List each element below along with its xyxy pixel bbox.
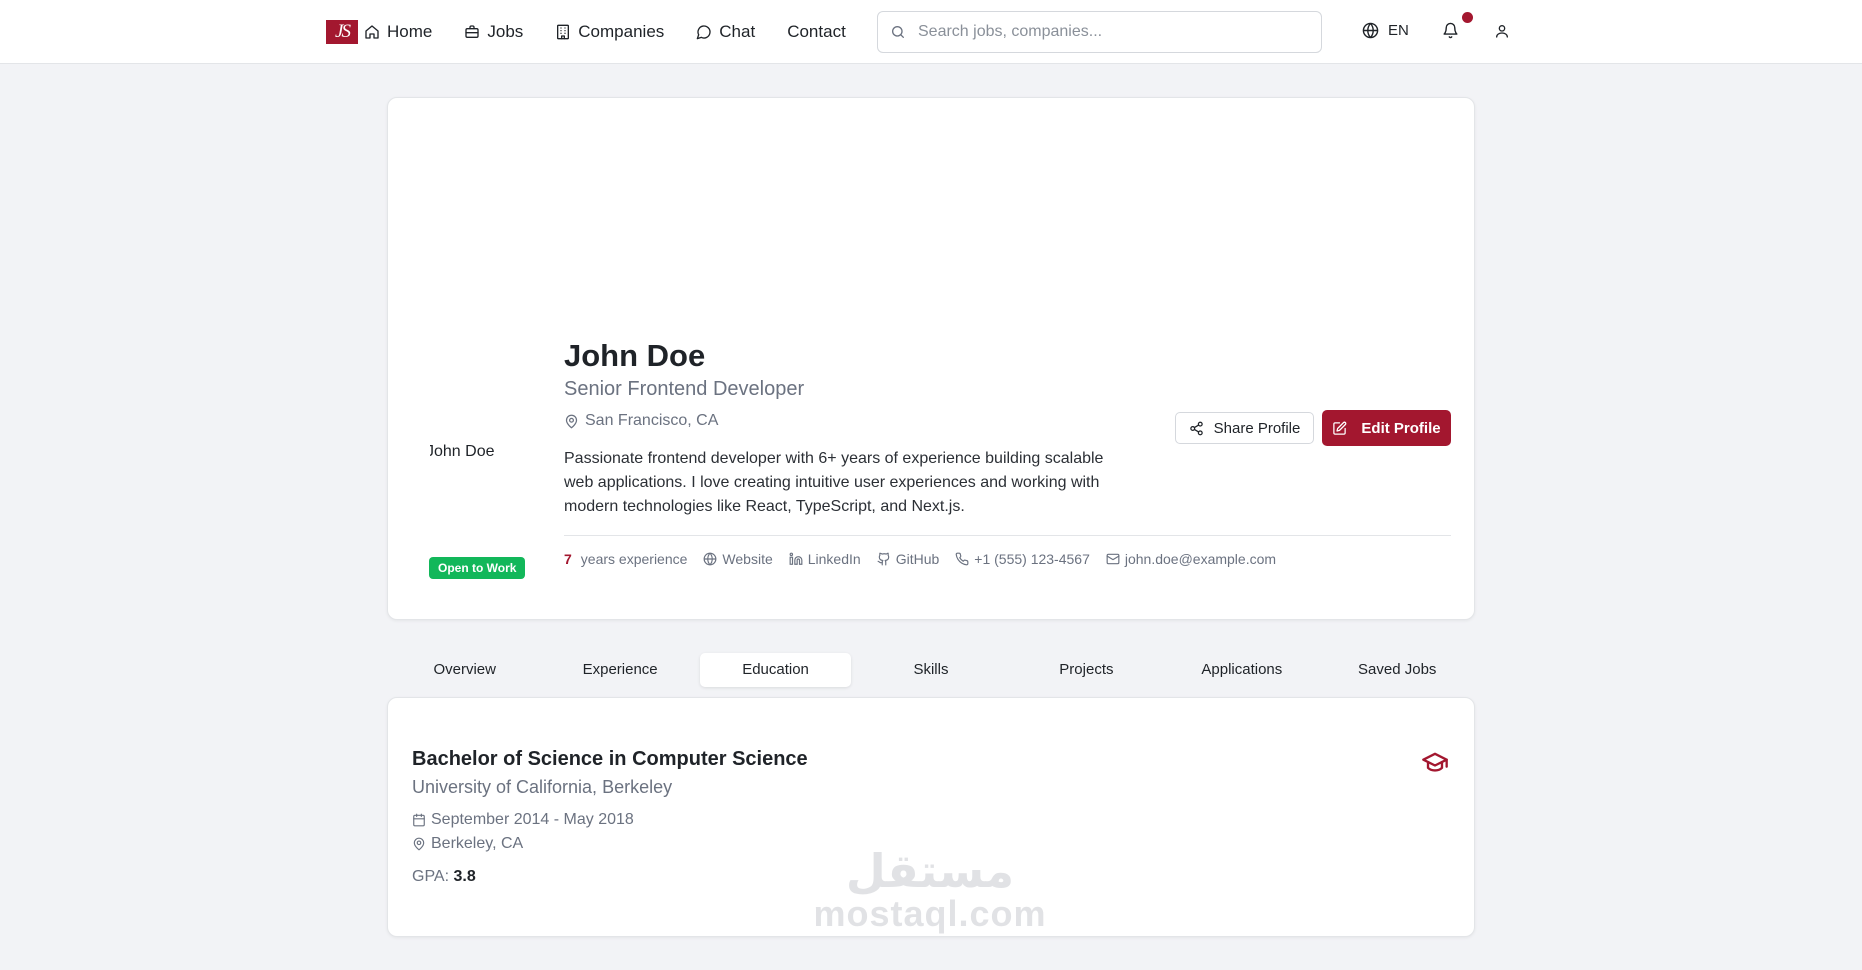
gpa-value: 3.8 [453, 868, 476, 885]
avatar-alt-text: John Doe [430, 443, 495, 460]
profile-title: Senior Frontend Developer [564, 378, 805, 400]
chat-icon [696, 25, 711, 40]
profile-location: San Francisco, CA [564, 412, 718, 430]
top-navbar: JS Home Jobs Companies Chat Contact Sear… [0, 0, 1862, 64]
profile-name: John Doe [564, 338, 706, 373]
experience-summary: 7 years experience [564, 551, 687, 567]
education-degree: Bachelor of Science in Computer Science [412, 748, 808, 770]
education-dates-text: September 2014 - May 2018 [431, 811, 634, 828]
github-link[interactable]: GitHub [877, 551, 940, 567]
nav-link-jobs[interactable]: Jobs [464, 22, 523, 42]
profile-bio: Passionate frontend developer with 6+ ye… [564, 450, 1104, 515]
profile-location-text: San Francisco, CA [585, 412, 719, 429]
briefcase-icon [465, 25, 480, 38]
nav-link-contact[interactable]: Contact [787, 22, 846, 42]
tab-overview[interactable]: Overview [389, 653, 540, 687]
tab-projects[interactable]: Projects [1011, 653, 1162, 687]
bell-icon [1443, 22, 1458, 39]
edit-profile-label: Edit Profile [1361, 419, 1441, 437]
tab-experience[interactable]: Experience [544, 653, 695, 687]
language-label: EN [1388, 22, 1409, 39]
website-link[interactable]: Website [703, 551, 773, 567]
tab-applications[interactable]: Applications [1166, 653, 1317, 687]
notification-dot [1462, 12, 1473, 23]
nav-link-label: Contact [787, 22, 846, 41]
education-location-text: Berkeley, CA [431, 835, 524, 852]
globe-icon [704, 552, 717, 566]
search-input[interactable] [918, 23, 1298, 41]
nav-link-label: Chat [719, 22, 756, 41]
phone-link[interactable]: +1 (555) 123-4567 [955, 551, 1090, 567]
globe-icon [1362, 22, 1379, 39]
nav-link-label: Home [387, 22, 433, 41]
tab-saved-jobs[interactable]: Saved Jobs [1322, 653, 1473, 687]
email-link[interactable]: john.doe@example.com [1106, 551, 1276, 567]
graduation-cap-icon [1419, 748, 1451, 781]
github-icon [877, 552, 889, 566]
experience-suffix: years experience [580, 551, 688, 567]
linkedin-icon [789, 552, 803, 565]
calendar-icon [413, 813, 425, 827]
linkedin-label: LinkedIn [807, 551, 861, 567]
profile-meta-row: 7 years experience Website LinkedIn GitH… [564, 551, 1292, 567]
edit-profile-button[interactable]: Edit Profile [1322, 410, 1451, 446]
map-pin-icon [413, 837, 425, 851]
nav-link-home[interactable]: Home [364, 22, 432, 42]
education-card: Bachelor of Science in Computer Science … [387, 697, 1475, 937]
brand-logo[interactable]: JS [326, 20, 358, 44]
education-dates: September 2014 - May 2018 [412, 811, 634, 829]
nav-link-companies[interactable]: Companies [555, 22, 664, 42]
nav-links: Home Jobs Companies Chat Contact [364, 0, 878, 64]
email-label: john.doe@example.com [1124, 551, 1277, 567]
user-menu-button[interactable] [1494, 23, 1510, 44]
experience-years: 7 [564, 551, 572, 567]
share-profile-label: Share Profile [1213, 419, 1301, 437]
building-icon [557, 24, 570, 40]
notifications-button[interactable] [1442, 22, 1462, 42]
language-switcher[interactable]: EN [1362, 22, 1409, 39]
search-bar[interactable] [877, 11, 1322, 53]
share-profile-button[interactable]: Share Profile [1175, 412, 1314, 444]
avatar: John Doe [430, 443, 530, 473]
phone-icon [955, 552, 969, 566]
education-gpa: GPA: 3.8 [412, 868, 476, 886]
nav-link-chat[interactable]: Chat [696, 22, 755, 42]
map-pin-icon [565, 414, 578, 428]
status-badge: Open to Work [429, 557, 526, 579]
profile-tabs: Overview Experience Education Skills Pro… [387, 653, 1475, 687]
share-icon [1189, 421, 1203, 435]
phone-label: +1 (555) 123-4567 [974, 551, 1090, 567]
search-icon [892, 26, 904, 38]
navbar-inner: JS Home Jobs Companies Chat Contact Sear… [326, 0, 1516, 64]
github-label: GitHub [895, 551, 940, 567]
tab-skills[interactable]: Skills [855, 653, 1006, 687]
user-icon [1496, 25, 1508, 38]
edit-icon [1333, 421, 1347, 435]
mail-icon [1106, 553, 1120, 565]
profile-card: John Doe Open to Work John Doe Senior Fr… [387, 97, 1475, 620]
nav-link-label: Jobs [487, 22, 524, 41]
tab-education[interactable]: Education [699, 653, 852, 687]
profile-divider [564, 535, 1451, 536]
linkedin-link[interactable]: LinkedIn [789, 551, 861, 567]
gpa-label: GPA: [412, 868, 450, 885]
website-label: Website [722, 551, 773, 567]
education-location: Berkeley, CA [412, 835, 523, 853]
education-school: University of California, Berkeley [412, 777, 673, 797]
nav-link-label: Companies [578, 22, 665, 41]
home-icon [365, 25, 379, 39]
